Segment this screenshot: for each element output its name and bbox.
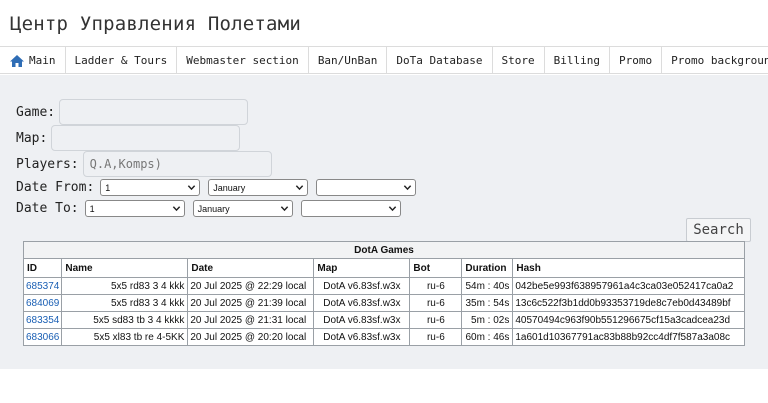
home-icon xyxy=(10,54,24,67)
game-date: 20 Jul 2025 @ 21:39 local xyxy=(187,294,315,312)
game-map: DotA v6.83sf.w3x xyxy=(313,328,411,346)
nav-item-promo[interactable]: Promo xyxy=(610,47,663,74)
game-bot: ru-6 xyxy=(409,311,463,329)
search-button[interactable]: Search xyxy=(686,218,751,242)
table-row: 683354 5x5 sd83 tb 3 4 kkkk 20 Jul 2025 … xyxy=(22,311,745,329)
select-value: 1 xyxy=(105,182,111,193)
nav-item-ladder-tours[interactable]: Ladder & Tours xyxy=(66,47,178,74)
date-to-month-select[interactable]: January xyxy=(192,200,293,217)
game-name: 5x5 sd83 tb 3 4 kkkk xyxy=(61,311,189,329)
select-value: 1 xyxy=(89,203,95,214)
game-bot: ru-6 xyxy=(409,328,463,346)
game-name: 5x5 rd83 3 4 kkk xyxy=(61,277,189,295)
table-row: 685374 5x5 rd83 3 4 kkk 20 Jul 2025 @ 22… xyxy=(22,277,745,295)
chevron-down-icon xyxy=(388,206,396,212)
nav-item-webmaster-section[interactable]: Webmaster section xyxy=(177,47,309,74)
games-table: DotA Games ID Name Date Map Bot Duration… xyxy=(22,241,745,346)
column-header-name: Name xyxy=(61,258,189,278)
game-duration: 5m : 02s xyxy=(461,311,514,329)
game-map: DotA v6.83sf.w3x xyxy=(313,311,411,329)
column-header-map: Map xyxy=(313,258,411,278)
table-row: 684069 5x5 rd83 3 4 kkk 20 Jul 2025 @ 21… xyxy=(22,294,745,312)
main-nav: Main Ladder & Tours Webmaster section Ba… xyxy=(0,46,768,74)
column-header-bot: Bot xyxy=(409,258,463,278)
game-input[interactable] xyxy=(59,99,249,125)
chevron-down-icon xyxy=(188,185,196,191)
players-label: Players: xyxy=(16,156,79,172)
date-from-year-select[interactable] xyxy=(316,179,417,196)
game-map: DotA v6.83sf.w3x xyxy=(313,277,411,295)
game-duration: 54m : 40s xyxy=(461,277,514,295)
game-label: Game: xyxy=(16,104,56,120)
map-row: Map: xyxy=(16,125,241,151)
date-from-row: Date From: 1 January xyxy=(16,179,424,196)
nav-item-billing[interactable]: Billing xyxy=(545,47,610,74)
column-header-id: ID xyxy=(22,258,63,278)
date-to-year-select[interactable] xyxy=(300,200,401,217)
chevron-down-icon xyxy=(296,185,304,191)
game-date: 20 Jul 2025 @ 20:20 local xyxy=(187,328,315,346)
page-title: Центр Управления Полетами xyxy=(10,13,301,35)
date-to-label: Date To: xyxy=(16,201,79,216)
game-name: 5x5 rd83 3 4 kkk xyxy=(61,294,189,312)
nav-item-store[interactable]: Store xyxy=(493,47,545,74)
chevron-down-icon xyxy=(172,206,180,212)
map-label: Map: xyxy=(16,130,48,146)
game-map: DotA v6.83sf.w3x xyxy=(313,294,411,312)
nav-item-label: Main xyxy=(29,54,56,67)
players-input[interactable] xyxy=(82,151,272,177)
game-id-link[interactable]: 683066 xyxy=(26,332,59,343)
date-to-day-select[interactable]: 1 xyxy=(84,200,185,217)
players-row: Players: xyxy=(16,151,272,177)
chevron-down-icon xyxy=(404,185,412,191)
chevron-down-icon xyxy=(280,206,288,212)
game-bot: ru-6 xyxy=(409,294,463,312)
column-header-date: Date xyxy=(187,258,315,278)
table-caption: DotA Games xyxy=(23,241,745,259)
column-header-duration: Duration xyxy=(461,258,514,278)
nav-item-dota-database[interactable]: DoTa Database xyxy=(387,47,493,74)
game-hash: 1a601d10367791ac83b88b92cc4df7f587a3a08c xyxy=(512,328,745,346)
game-hash: 13c6c522f3b1dd0b93353719de8c7eb0d43489bf xyxy=(512,294,745,312)
nav-item-main[interactable]: Main xyxy=(0,47,66,74)
game-duration: 60m : 46s xyxy=(461,328,514,346)
select-value: January xyxy=(197,203,230,214)
date-from-month-select[interactable]: January xyxy=(208,179,309,196)
game-hash: 40570494c963f90b551296675cf15a3cadcea23d xyxy=(512,311,745,329)
map-input[interactable] xyxy=(51,125,241,151)
game-date: 20 Jul 2025 @ 21:31 local xyxy=(187,311,315,329)
date-from-day-select[interactable]: 1 xyxy=(100,179,201,196)
game-bot: ru-6 xyxy=(409,277,463,295)
game-date: 20 Jul 2025 @ 22:29 local xyxy=(187,277,315,295)
column-header-hash: Hash xyxy=(512,258,745,278)
game-id-link[interactable]: 684069 xyxy=(26,298,59,309)
game-duration: 35m : 54s xyxy=(461,294,514,312)
select-value: January xyxy=(213,182,246,193)
nav-item-promo-background[interactable]: Promo background xyxy=(662,47,768,74)
table-row: 683066 5x5 xl83 tb re 4-5KK 20 Jul 2025 … xyxy=(22,328,745,346)
game-name: 5x5 xl83 tb re 4-5KK xyxy=(61,328,189,346)
date-from-label: Date From: xyxy=(16,180,95,195)
game-row: Game: xyxy=(16,99,249,125)
game-id-link[interactable]: 683354 xyxy=(26,315,59,326)
game-hash: 042be5e993f638957961a4c3ca03e052417ca0a2 xyxy=(512,277,745,295)
date-to-row: Date To: 1 January xyxy=(16,200,409,217)
nav-item-ban-unban[interactable]: Ban/UnBan xyxy=(309,47,388,74)
game-id-link[interactable]: 685374 xyxy=(26,281,59,292)
